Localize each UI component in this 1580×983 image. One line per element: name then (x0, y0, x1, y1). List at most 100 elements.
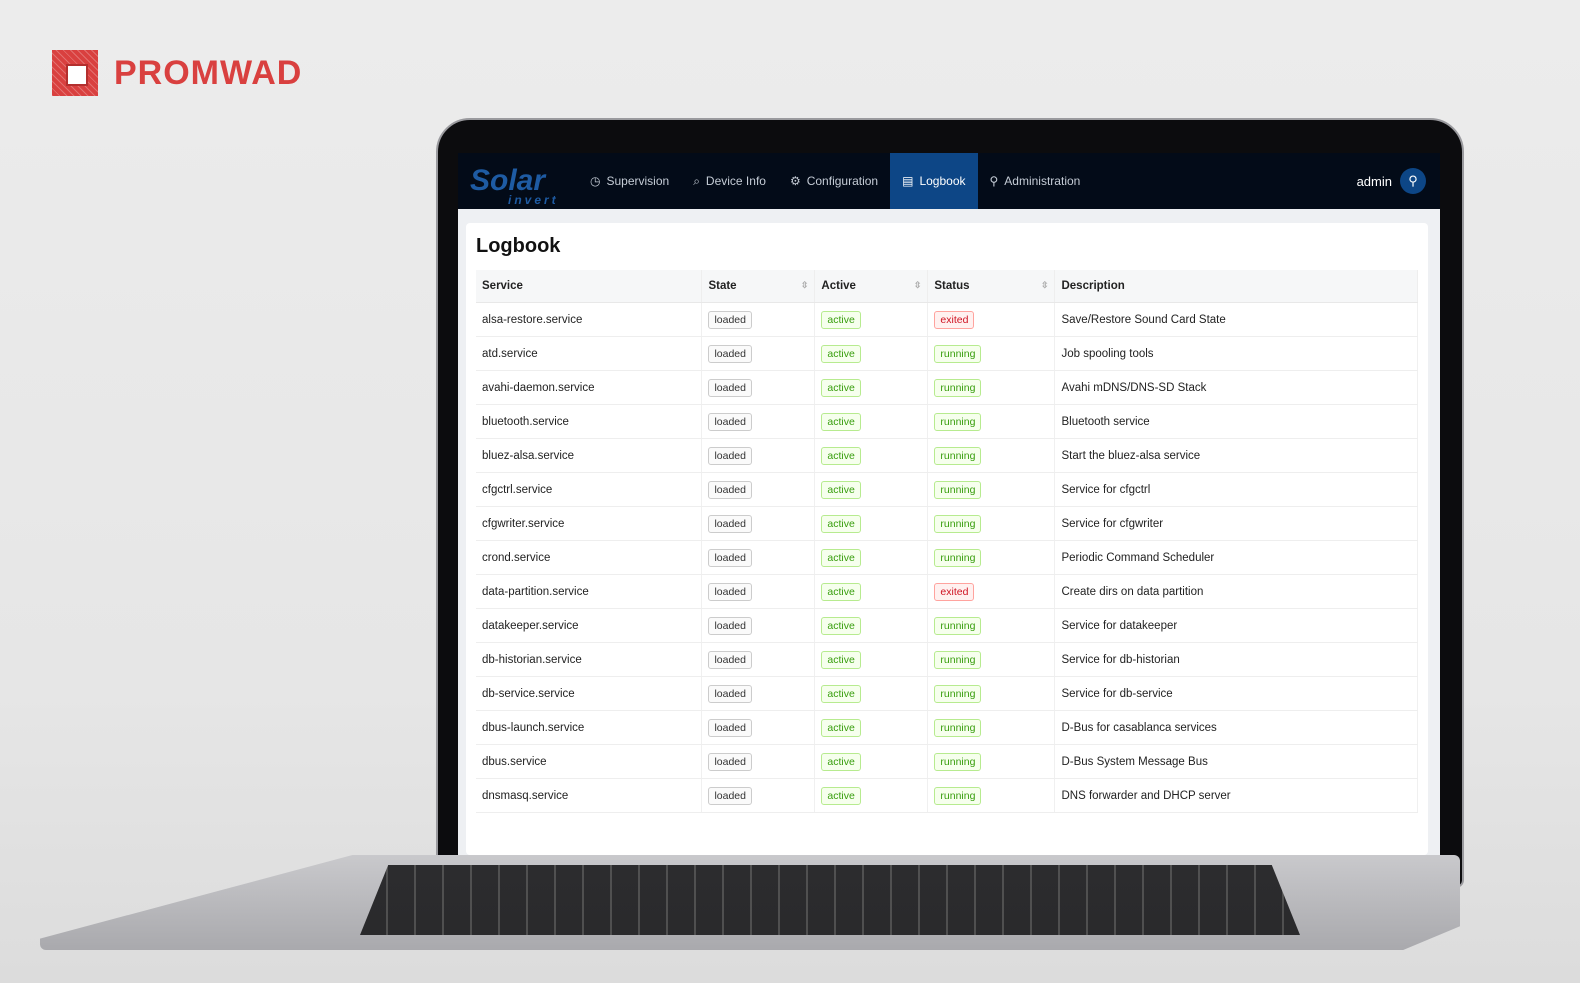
state-badge: loaded (708, 344, 752, 363)
cell-service: dbus.service (476, 744, 703, 779)
cell-text: Create dirs on data partition (1061, 585, 1204, 598)
promwad-logo: PROMWAD (52, 50, 302, 96)
cell-status: exited (927, 302, 1056, 337)
column-header-status[interactable]: Status ⇳ (927, 270, 1056, 303)
cell-status: exited (927, 574, 1056, 609)
nav-supervision[interactable]: ◷ Supervision (578, 153, 681, 209)
logo-sub: invert (508, 193, 559, 207)
cell-active: active (814, 676, 929, 711)
state-badge: loaded (708, 446, 752, 465)
table-row: alsa-restore.service loaded active exited Sa… (476, 302, 1418, 337)
state-badge: loaded (708, 514, 752, 533)
table-row: datakeeper.service loaded active running Ser… (476, 608, 1418, 643)
app-logo[interactable]: Solar invert (458, 166, 578, 207)
cell-service: cfgwriter.service (476, 506, 703, 541)
status-badge: running (934, 412, 982, 431)
status-badge: running (934, 548, 982, 567)
cell-text: avahi-daemon.service (482, 381, 595, 394)
cell-status: running (927, 608, 1056, 643)
column-label: Active (821, 280, 856, 292)
column-label: Service (482, 280, 523, 292)
status-badge: exited (934, 310, 975, 329)
cell-active: active (814, 370, 929, 405)
column-label: State (708, 280, 737, 292)
cell-description: Avahi mDNS/DNS-SD Stack (1054, 370, 1418, 405)
page-title: Logbook (476, 235, 561, 257)
cell-active: active (814, 710, 929, 745)
table-row: cfgctrl.service loaded active running Servic… (476, 472, 1418, 507)
cell-service: dnsmasq.service (476, 778, 703, 813)
cell-description: D-Bus for casablanca services (1054, 710, 1418, 745)
active-badge: active (821, 378, 861, 397)
status-badge: exited (934, 582, 975, 601)
cell-status: running (927, 642, 1056, 677)
cell-active: active (814, 472, 929, 507)
cell-status: running (927, 744, 1056, 779)
user-menu[interactable]: admin ⚲ (1357, 168, 1440, 194)
table-row: dbus.service loaded active running D-Bus Sys… (476, 744, 1418, 779)
status-badge: running (934, 514, 982, 533)
sort-icon[interactable]: ⇳ (1041, 280, 1049, 291)
cell-status: running (927, 778, 1056, 813)
chip-icon (52, 50, 98, 96)
table-row: data-partition.service loaded active exited… (476, 574, 1418, 609)
cell-active: active (814, 574, 929, 609)
status-badge: running (934, 378, 982, 397)
column-header-active[interactable]: Active ⇳ (814, 270, 929, 303)
cell-description: Create dirs on data partition (1054, 574, 1418, 609)
cell-text: Service for db-service (1061, 687, 1173, 700)
table-row: dnsmasq.service loaded active running DNS fo… (476, 778, 1418, 813)
cell-text: datakeeper.service (482, 619, 579, 632)
active-badge: active (821, 446, 861, 465)
cell-text: db-historian.service (482, 653, 582, 666)
cell-description: Periodic Command Scheduler (1054, 540, 1418, 575)
state-badge: loaded (708, 718, 752, 737)
cell-state: loaded (701, 778, 816, 813)
nav-configuration[interactable]: ⚙ Configuration (778, 153, 890, 209)
status-badge: running (934, 752, 982, 771)
cell-state: loaded (701, 574, 816, 609)
state-badge: loaded (708, 548, 752, 567)
column-header-state[interactable]: State ⇳ (701, 270, 816, 303)
nav-administration[interactable]: ⚲ Administration (978, 153, 1093, 209)
nav-label: Device Info (705, 174, 766, 188)
cell-description: Service for db-service (1054, 676, 1418, 711)
nav-logbook[interactable]: ▤ Logbook (890, 153, 978, 209)
cell-service: alsa-restore.service (476, 302, 703, 337)
cell-active: active (814, 438, 929, 473)
cell-active: active (814, 336, 929, 371)
status-badge: running (934, 616, 982, 635)
screen: Solar invert ◷ Supervision ⌕ Device Info ⚙ Con… (458, 153, 1440, 855)
nav-device-info[interactable]: ⌕ Device Info (681, 153, 778, 209)
cell-text: Job spooling tools (1061, 347, 1154, 360)
sort-icon[interactable]: ⇳ (914, 280, 922, 291)
cell-text: cfgwriter.service (482, 517, 565, 530)
state-badge: loaded (708, 650, 752, 669)
cell-text: cfgctrl.service (482, 483, 553, 496)
cell-description: Service for datakeeper (1054, 608, 1418, 643)
table-row: bluetooth.service loaded active running Blue… (476, 404, 1418, 439)
cell-state: loaded (701, 336, 816, 371)
column-header-description: Description (1054, 270, 1418, 303)
table-row: bluez-alsa.service loaded active running Sta… (476, 438, 1418, 473)
cell-text: dbus-launch.service (482, 721, 585, 734)
active-badge: active (821, 344, 861, 363)
state-badge: loaded (708, 616, 752, 635)
gear-icon: ⚙ (789, 174, 801, 188)
cell-text: bluetooth.service (482, 415, 569, 428)
user-icon: ⚲ (989, 174, 999, 188)
cell-text: Start the bluez-alsa service (1061, 449, 1201, 462)
sort-icon[interactable]: ⇳ (801, 280, 809, 291)
status-badge: running (934, 684, 982, 703)
cell-text: data-partition.service (482, 585, 589, 598)
table-row: db-service.service loaded active running Ser… (476, 676, 1418, 711)
cell-status: running (927, 370, 1056, 405)
active-badge: active (821, 310, 861, 329)
status-badge: running (934, 446, 982, 465)
cell-active: active (814, 642, 929, 677)
column-label: Status (934, 280, 970, 292)
nav-label: Configuration (806, 174, 879, 188)
cell-state: loaded (701, 506, 816, 541)
state-badge: loaded (708, 752, 752, 771)
status-badge: running (934, 480, 982, 499)
